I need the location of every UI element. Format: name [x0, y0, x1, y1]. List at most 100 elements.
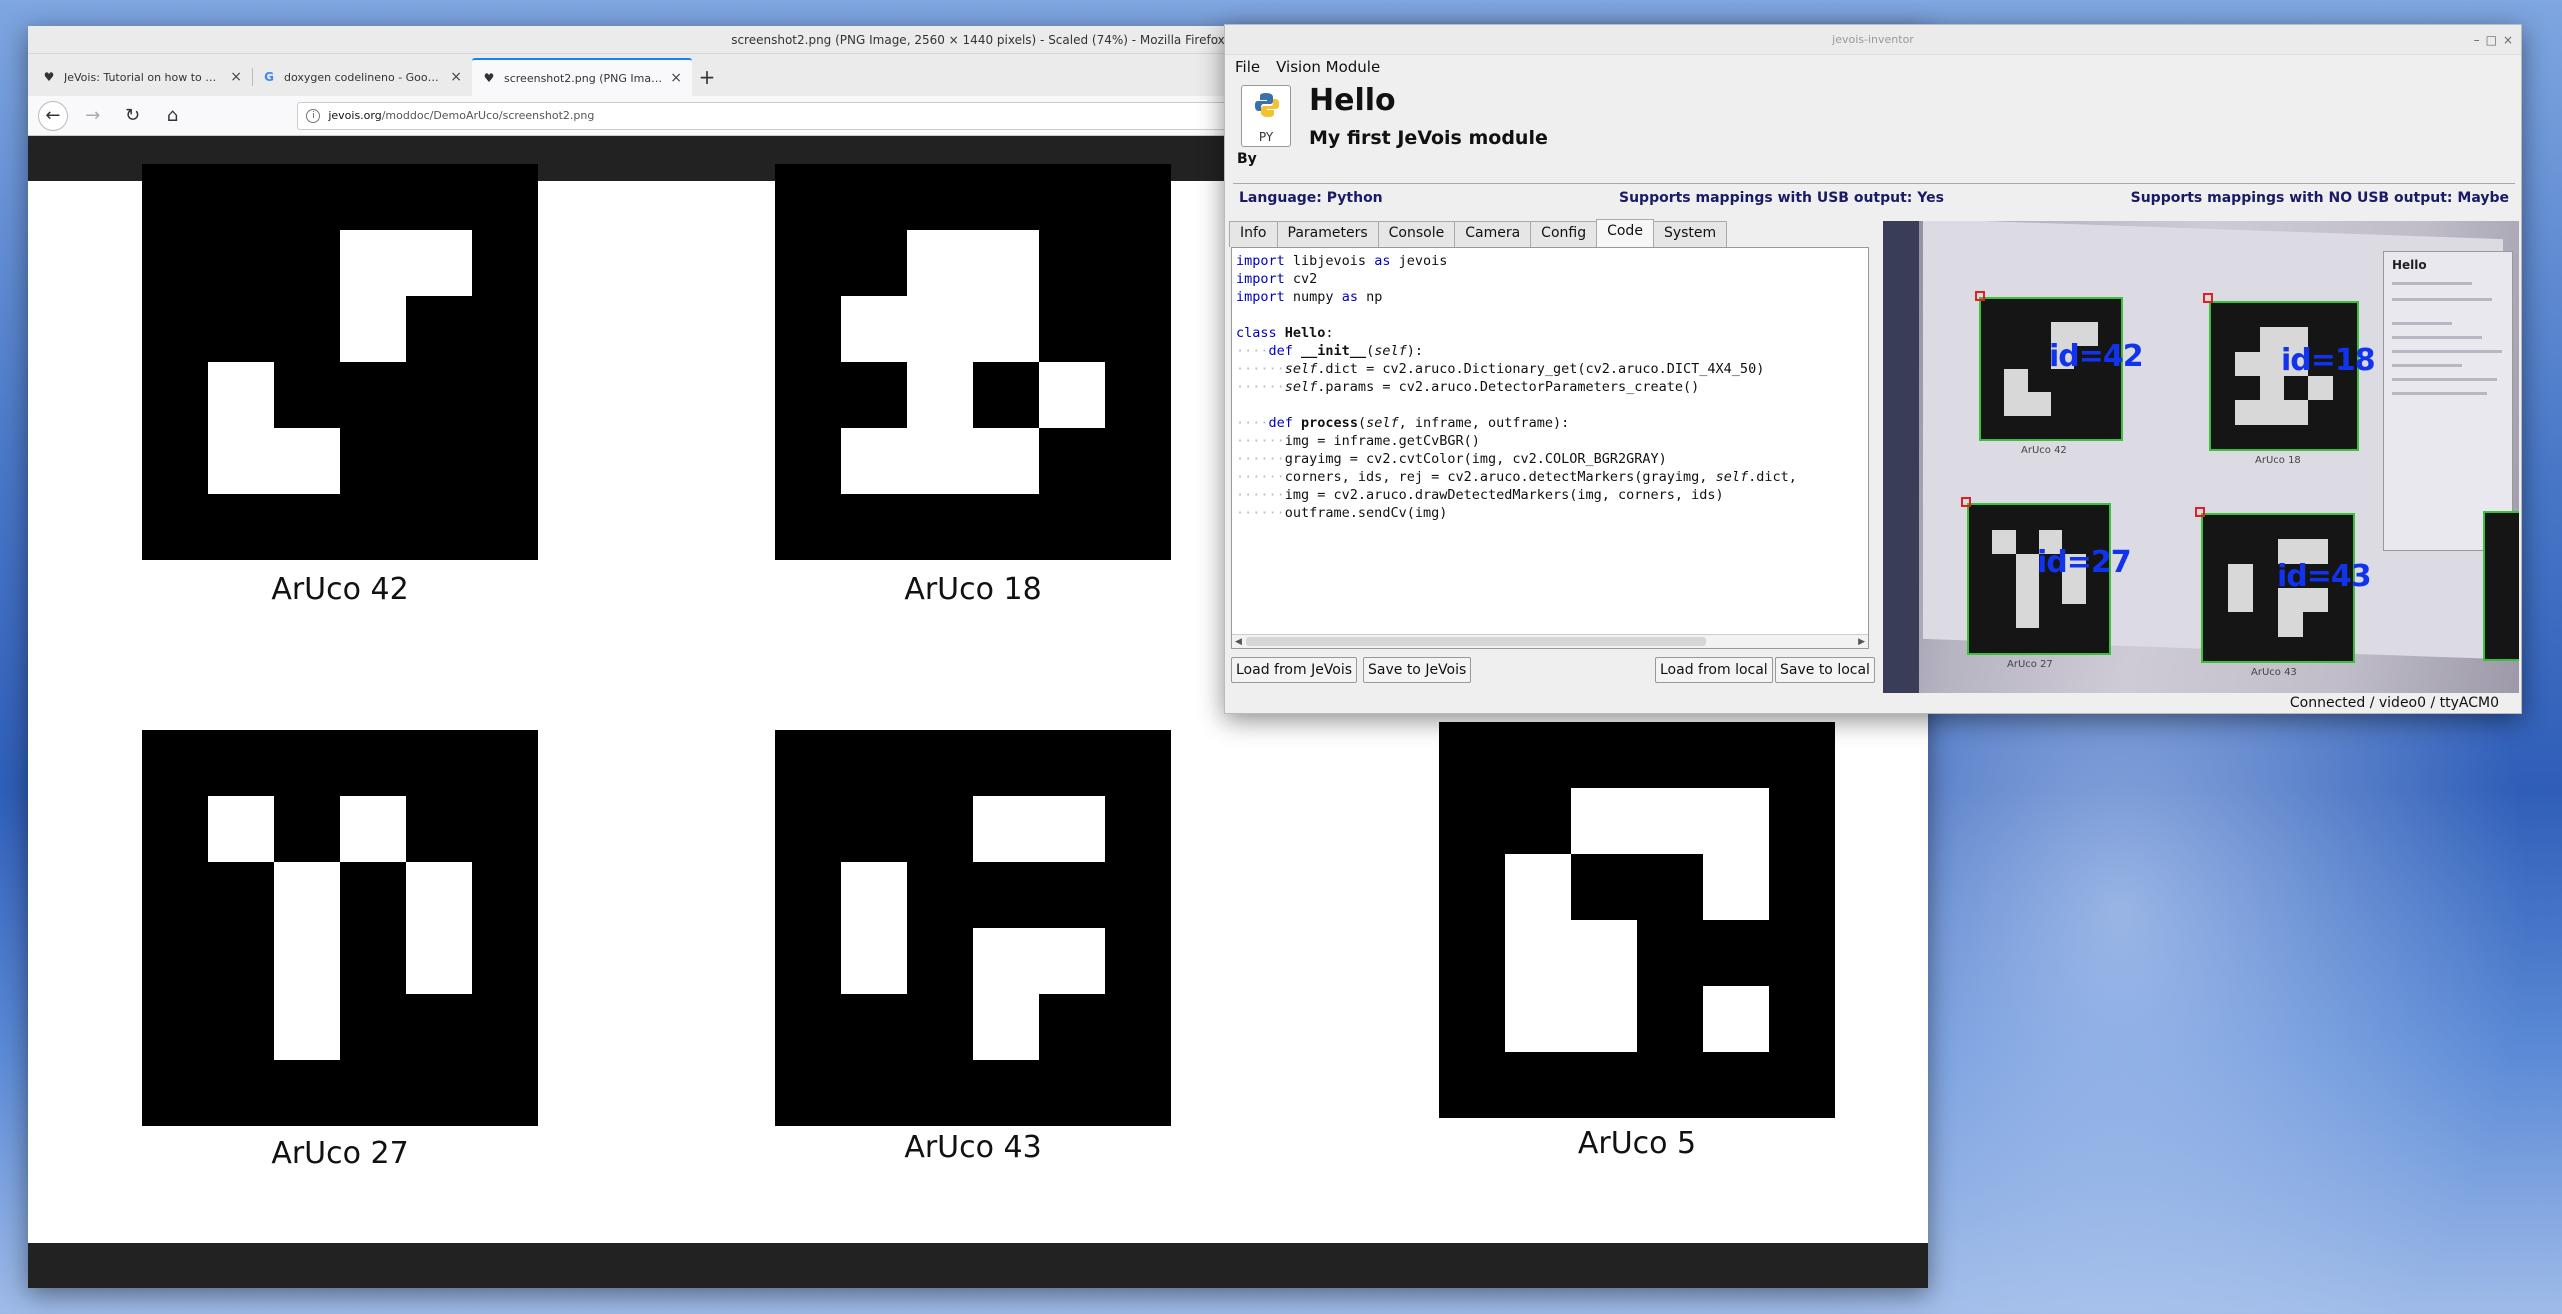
back-icon[interactable]: ← [38, 100, 68, 131]
marker-cell [208, 428, 274, 494]
marker-cell [1571, 986, 1637, 1052]
detected-marker-partial [2483, 511, 2519, 661]
marker-cell [274, 994, 340, 1060]
home-icon[interactable]: ⌂ [158, 101, 188, 131]
marker-corner [2195, 507, 2205, 517]
tab-camera[interactable]: Camera [1454, 221, 1532, 247]
code-line: import cv2 [1236, 271, 1318, 287]
maximize-icon[interactable]: □ [2486, 25, 2497, 55]
tab-system[interactable]: System [1652, 221, 1728, 247]
aruco-marker-5 [1439, 722, 1835, 1118]
marker-cell [340, 230, 406, 296]
captured-title: Hello [2392, 258, 2427, 272]
captured-marker-label: ArUco 27 [2007, 659, 2053, 670]
py-badge: PY [1258, 130, 1274, 144]
new-tab-button[interactable]: + [692, 58, 722, 96]
window-title: jevois-inventor [1832, 33, 1914, 46]
tab-label: doxygen codelineno - Google Search [284, 70, 443, 84]
tab-label: JeVois: Tutorial on how to write ne [64, 70, 222, 84]
monitor-bezel [1883, 221, 1919, 693]
tab-label: screenshot2.png (PNG Image, 2560 [504, 71, 662, 85]
close-icon[interactable]: × [230, 69, 242, 85]
code-line: ······self.dict = cv2.aruco.Dictionary_g… [1236, 361, 1765, 377]
marker-cell [274, 928, 340, 994]
marker-cell [1039, 362, 1105, 428]
tab-info[interactable]: Info [1229, 221, 1278, 247]
save-to-local-button[interactable]: Save to local [1775, 657, 1875, 683]
code-line: ····def __init__(self): [1236, 343, 1423, 359]
python-file-icon: PY [1241, 85, 1291, 147]
marker-cell [907, 428, 973, 494]
close-icon[interactable]: × [2503, 25, 2513, 55]
marker-cell [2015, 579, 2039, 604]
window-controls: – □ × [2474, 25, 2513, 55]
tab-config[interactable]: Config [1530, 221, 1598, 247]
marker-cell [2308, 376, 2333, 401]
horizontal-scrollbar[interactable]: ◀ ▶ [1232, 634, 1868, 648]
marker-cell [2004, 369, 2028, 393]
menu-bar: File Vision Module [1225, 55, 2521, 79]
code-line: ······self.params = cv2.aruco.DetectorPa… [1236, 379, 1700, 395]
code-editor[interactable]: import libjevois as jevois import cv2 impo… [1231, 247, 1869, 649]
marker-cell [406, 862, 472, 928]
marker-cell [841, 428, 907, 494]
forward-icon[interactable]: → [78, 101, 108, 131]
aruco-marker-27 [142, 730, 538, 1126]
marker-label: ArUco 43 [904, 1130, 1042, 1165]
heart-icon: ♥ [483, 71, 495, 85]
marker-cell [841, 928, 907, 994]
menu-file[interactable]: File [1235, 55, 1260, 79]
image-bottom-border [28, 1243, 1928, 1288]
scroll-left-icon[interactable]: ◀ [1235, 635, 1242, 649]
minimize-icon[interactable]: – [2474, 25, 2480, 55]
code-line: class Hello: [1236, 325, 1334, 341]
save-to-jevois-button[interactable]: Save to JeVois [1363, 657, 1472, 683]
tab-screenshot[interactable]: ♥ screenshot2.png (PNG Image, 2560 × [472, 58, 692, 96]
marker-cell [2015, 603, 2039, 629]
usb-output-support: Supports mappings with USB output: Yes [1619, 189, 1944, 206]
marker-cell [973, 928, 1039, 994]
marker-cell [907, 296, 973, 362]
marker-corner [1961, 497, 1971, 507]
tab-code[interactable]: Code [1596, 219, 1654, 247]
scrollbar-thumb[interactable] [1246, 637, 1706, 646]
marker-label: ArUco 18 [904, 572, 1042, 607]
close-icon[interactable]: × [450, 69, 462, 85]
marker-cell [274, 428, 340, 494]
aruco-marker-18 [775, 164, 1171, 560]
load-from-jevois-button[interactable]: Load from JeVois [1231, 657, 1358, 683]
camera-video-view: Hello id=42 ArUco 42 id=18 ArUco 18 id=2… [1883, 221, 2519, 693]
captured-text-line [2392, 364, 2462, 367]
tab-google-search[interactable]: G doxygen codelineno - Google Search × [252, 58, 472, 96]
captured-text-line [2392, 350, 2502, 353]
marker-cell [2228, 563, 2253, 588]
url-text: jevois.org/moddoc/DemoArUco/screenshot2.… [328, 109, 595, 122]
info-icon[interactable]: i [306, 108, 321, 123]
module-info-bar: Language: Python Supports mappings with … [1233, 183, 2515, 211]
code-line: ······outframe.sendCv(img) [1236, 505, 1448, 521]
scroll-right-icon[interactable]: ▶ [1858, 635, 1865, 649]
close-icon[interactable]: × [670, 70, 682, 86]
marker-id-label: id=27 [2037, 545, 2132, 580]
code-text[interactable]: import libjevois as jevois import cv2 impo… [1236, 252, 1797, 522]
menu-vision-module[interactable]: Vision Module [1276, 55, 1380, 79]
tab-parameters[interactable]: Parameters [1276, 221, 1379, 247]
marker-cell [1703, 854, 1769, 920]
module-description: My first JeVois module [1309, 127, 1548, 149]
marker-cell [2235, 400, 2260, 425]
marker-cell [2259, 400, 2284, 425]
marker-cell [2027, 392, 2051, 416]
reload-icon[interactable]: ↻ [118, 101, 148, 131]
marker-cell [973, 296, 1039, 362]
marker-cell [2259, 376, 2284, 401]
tab-console[interactable]: Console [1377, 221, 1456, 247]
marker-cell [1637, 788, 1703, 854]
code-line: ······grayimg = cv2.cvtColor(img, cv2.CO… [1236, 451, 1667, 467]
marker-cell [2004, 392, 2028, 416]
marker-cell [1992, 529, 2016, 555]
marker-cell [208, 362, 274, 428]
tab-jevois-tutorial[interactable]: ♥ JeVois: Tutorial on how to write ne × [32, 58, 252, 96]
no-usb-output-support: Supports mappings with NO USB output: Ma… [2130, 189, 2509, 206]
load-from-local-button[interactable]: Load from local [1655, 657, 1773, 683]
